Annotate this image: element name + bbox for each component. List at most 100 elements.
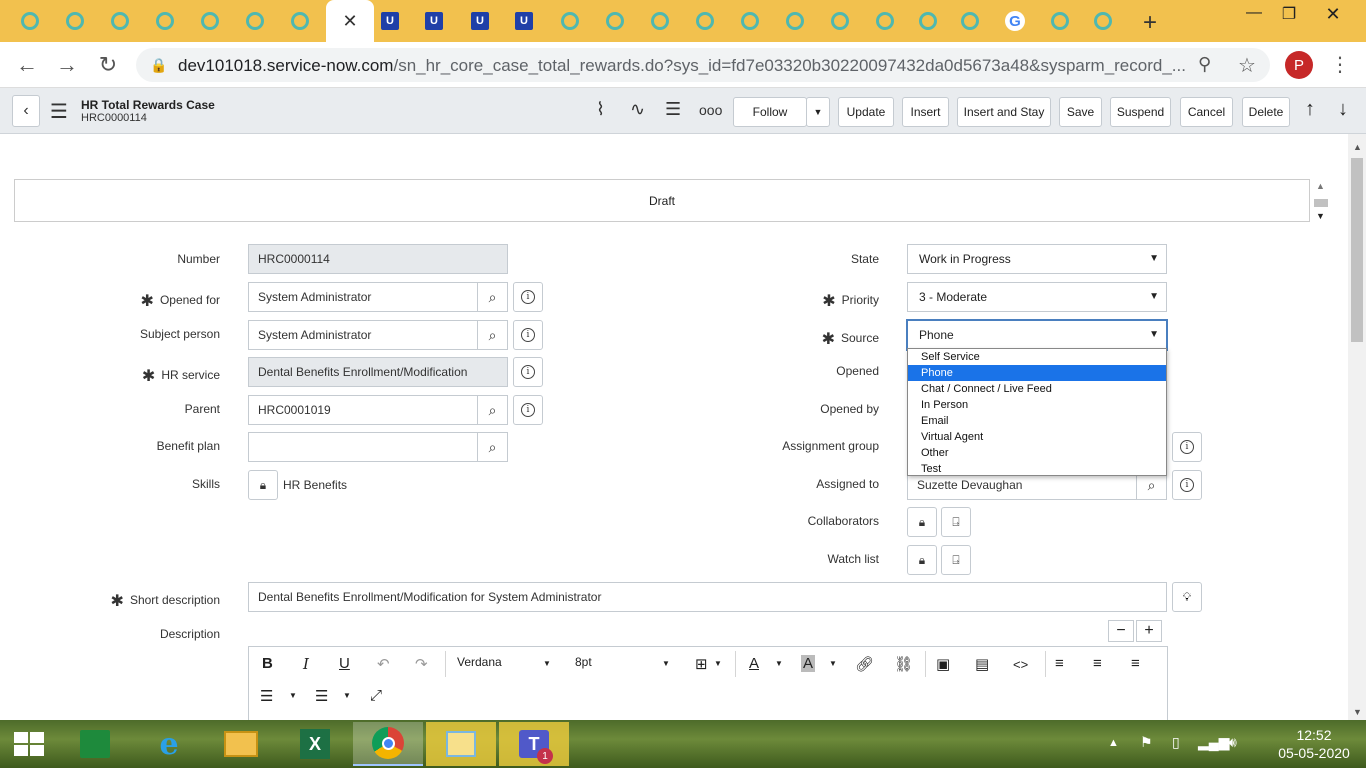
state-bar-scrollbar[interactable]: ▲ ▼ [1312,179,1330,227]
browser-tab[interactable]: U [370,8,410,34]
watch-list-unlock-button[interactable]: 🔒︎ [907,545,937,575]
close-tab-icon[interactable]: ✕ [342,11,357,32]
volume-icon[interactable]: 🔊︎ [1228,734,1237,751]
font-size-select[interactable]: 8pt [575,655,592,669]
suggestion-button[interactable]: 💡︎ [1172,582,1202,612]
source-option[interactable]: Self Service [908,349,1166,365]
browser-tab[interactable]: U [460,8,500,34]
browser-tab[interactable] [595,8,635,34]
parent-lookup-button[interactable]: ⌕ [477,395,508,425]
state-select[interactable]: Work in Progress ▼ [907,244,1167,274]
browser-tab[interactable] [820,8,860,34]
video-icon[interactable]: ▤ [975,655,989,673]
table-icon[interactable]: ⊞ [695,655,708,673]
activity-icon[interactable]: ∿ [630,99,645,120]
skills-unlock-button[interactable]: 🔒︎ [248,470,278,500]
number-field[interactable]: HRC0000114 [248,244,508,274]
browser-tab[interactable] [865,8,905,34]
personalize-form-icon[interactable]: ☰ [665,99,681,120]
fullscreen-icon[interactable]: ⤢ [370,687,382,704]
opened-for-info-button[interactable]: i [513,282,543,312]
browser-tab[interactable] [730,8,770,34]
browser-tab[interactable]: U [414,8,454,34]
browser-tab[interactable] [100,8,140,34]
browser-tab[interactable] [550,8,590,34]
follow-button[interactable]: Follow [733,97,807,127]
hr-service-field[interactable]: Dental Benefits Enrollment/Modification [248,357,508,387]
align-center-icon[interactable]: ≡ [1093,655,1102,672]
align-left-icon[interactable]: ≡ [1055,655,1064,672]
opened-for-lookup-button[interactable]: ⌕ [477,282,508,312]
context-menu-icon[interactable]: ☰ [50,99,68,124]
source-option-selected[interactable]: Phone [908,365,1166,381]
subject-person-field[interactable]: System Administrator [248,320,478,350]
assigned-to-info-button[interactable]: i [1172,470,1202,500]
forward-icon[interactable]: → [54,52,80,78]
browser-tab[interactable] [145,8,185,34]
image-icon[interactable]: ▣ [936,655,950,673]
excel-app-icon[interactable]: X [280,722,350,766]
restore-icon[interactable]: ❐ [1274,4,1304,24]
underline-icon[interactable]: U [339,655,350,672]
opened-for-field[interactable]: System Administrator [248,282,478,312]
tray-expand-icon[interactable]: ▲ [1108,737,1119,749]
suspend-button[interactable]: Suspend [1110,97,1171,127]
internet-explorer-app-icon[interactable]: e [134,722,204,766]
hr-service-info-button[interactable]: i [513,357,543,387]
follow-dropdown-button[interactable]: ▼ [806,97,830,127]
source-select[interactable]: Phone ▼ [907,320,1167,350]
link-icon[interactable]: 🔗︎ [855,655,874,673]
browser-tab[interactable] [280,8,320,34]
network-icon[interactable]: ▂▄▆ [1198,734,1229,751]
previous-record-icon[interactable]: ↑ [1305,98,1315,121]
assignment-group-info-button[interactable]: i [1172,432,1202,462]
new-tab-icon[interactable]: + [1143,9,1157,37]
source-option[interactable]: Chat / Connect / Live Feed [908,381,1166,397]
collaborators-add-me-button[interactable]: ⍈ [941,507,971,537]
teams-app-icon[interactable]: T 1 [499,722,569,766]
browser-tab[interactable] [640,8,680,34]
bookmark-star-icon[interactable]: ☆ [1238,53,1256,78]
browser-tab[interactable] [1083,8,1123,34]
source-option[interactable]: In Person [908,397,1166,413]
unlink-icon[interactable]: ⛓︎ [894,655,913,673]
collaborators-unlock-button[interactable]: 🔒︎ [907,507,937,537]
browser-menu-icon[interactable]: ⋮ [1330,52,1350,77]
scroll-up-icon[interactable]: ▲ [1353,142,1362,152]
source-option[interactable]: Email [908,413,1166,429]
subject-person-lookup-button[interactable]: ⌕ [477,320,508,350]
cancel-button[interactable]: Cancel [1180,97,1233,127]
browser-tab[interactable] [908,8,948,34]
url-input[interactable]: 🔒 dev101018.service-now.com/sn_hr_core_c… [136,48,1270,82]
short-description-field[interactable]: Dental Benefits Enrollment/Modification … [248,582,1167,612]
browser-tab[interactable] [685,8,725,34]
benefit-plan-lookup-button[interactable]: ⌕ [477,432,508,462]
reload-icon[interactable]: ↻ [95,52,121,78]
insert-button[interactable]: Insert [902,97,949,127]
attachment-icon[interactable]: ⌇ [596,99,605,120]
scroll-up-icon[interactable]: ▲ [1316,181,1325,191]
font-family-select[interactable]: Verdana [457,655,502,669]
source-option[interactable]: Other [908,445,1166,461]
minimize-icon[interactable]: — [1239,4,1269,22]
browser-tab[interactable] [1040,8,1080,34]
bullet-list-icon[interactable]: ☰ [260,687,273,705]
browser-tab[interactable]: U [504,8,544,34]
profile-avatar[interactable]: P [1285,51,1313,79]
windows-start-icon[interactable] [14,732,46,756]
numbered-list-icon[interactable]: ☰ [315,687,328,705]
priority-select[interactable]: 3 - Moderate ▼ [907,282,1167,312]
update-button[interactable]: Update [838,97,894,127]
zoom-icon[interactable]: ⚲ [1198,54,1211,75]
background-color-icon[interactable]: A [801,655,816,672]
parent-info-button[interactable]: i [513,395,543,425]
more-options-icon[interactable]: ooo [699,102,722,118]
bold-icon[interactable]: B [262,655,273,672]
expand-editor-button[interactable]: + [1136,620,1162,642]
benefit-plan-field[interactable] [248,432,478,462]
back-icon[interactable]: ← [14,52,40,78]
sticky-notes-app-icon[interactable] [426,722,496,766]
subject-person-info-button[interactable]: i [513,320,543,350]
file-explorer-app-icon[interactable] [206,722,276,766]
text-color-icon[interactable]: A [749,655,759,672]
